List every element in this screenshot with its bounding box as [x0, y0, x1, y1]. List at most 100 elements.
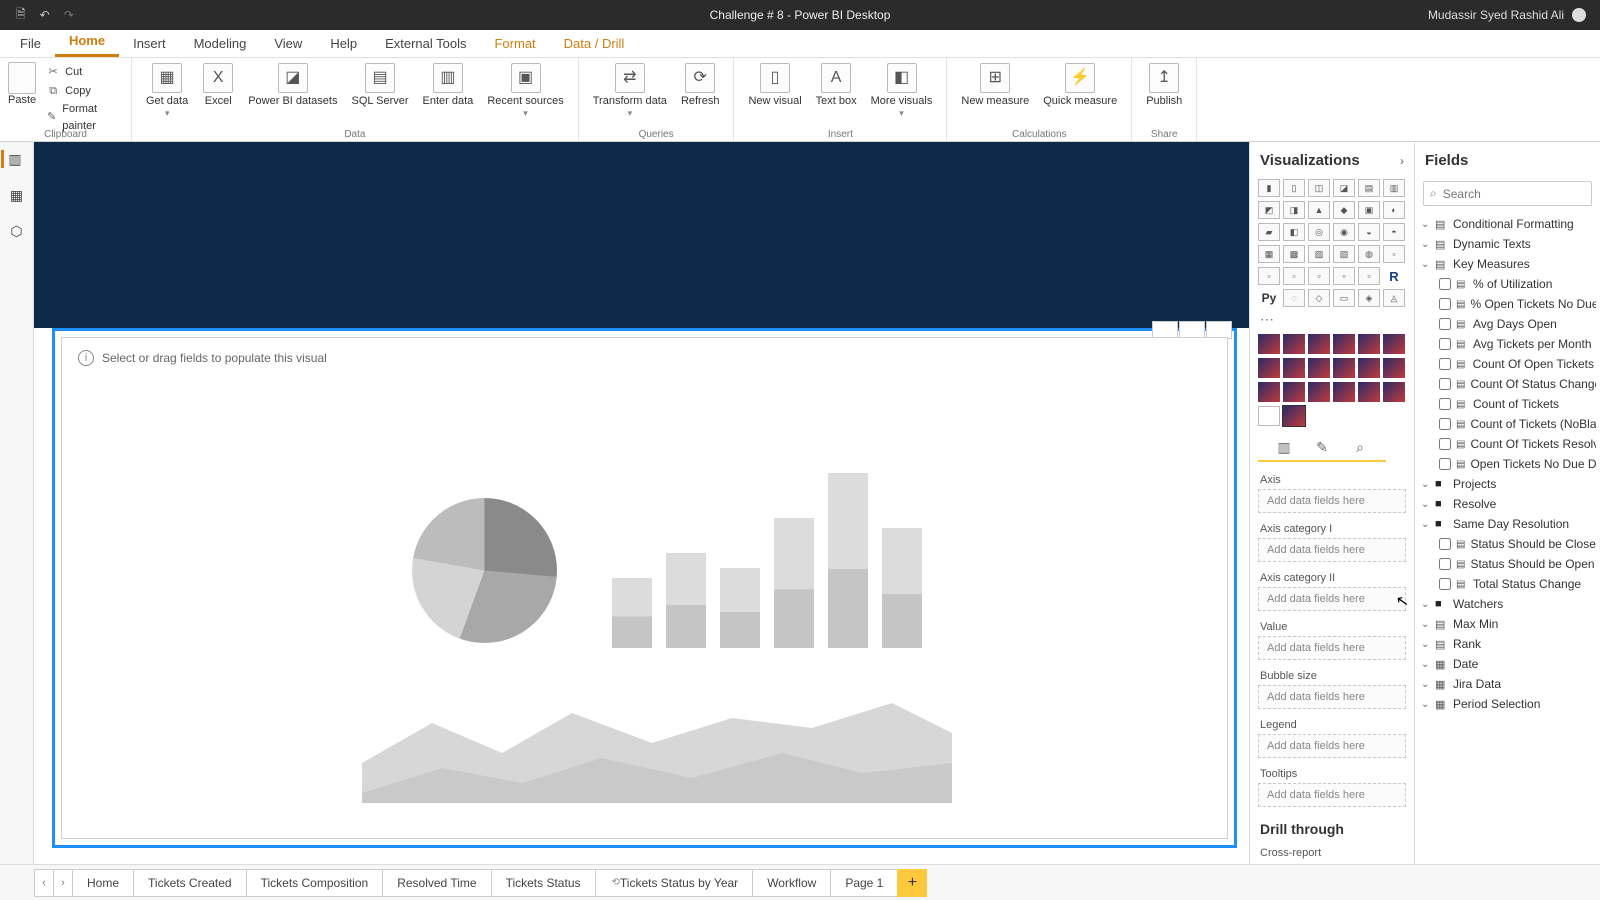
- viz-type-x0[interactable]: Py: [1258, 289, 1280, 307]
- field-well-3[interactable]: Add data fields here: [1258, 636, 1406, 660]
- field-checkbox[interactable]: [1439, 538, 1451, 550]
- custom-viz-17[interactable]: [1383, 382, 1405, 402]
- refresh-button[interactable]: ⟳Refresh: [675, 62, 726, 120]
- custom-viz-1[interactable]: [1283, 334, 1305, 354]
- viz-type-10[interactable]: ▣: [1358, 201, 1380, 219]
- viz-type-19[interactable]: ▩: [1283, 245, 1305, 263]
- field-open-tickets-no-due-date[interactable]: ▤Open Tickets No Due Date: [1419, 454, 1596, 474]
- viz-type-x1[interactable]: ◌: [1283, 289, 1305, 307]
- field-avg-days-open[interactable]: ▤Avg Days Open: [1419, 314, 1596, 334]
- user-avatar[interactable]: [1572, 8, 1586, 22]
- viz-type-14[interactable]: ◎: [1308, 223, 1330, 241]
- cut-button[interactable]: ✂Cut: [42, 63, 123, 82]
- viz-type-24[interactable]: ▫: [1258, 267, 1280, 285]
- page-tab-page-1[interactable]: Page 1: [830, 869, 898, 897]
- viz-type-25[interactable]: ▫: [1283, 267, 1305, 285]
- selected-visual[interactable]: i Select or drag fields to populate this…: [52, 328, 1237, 848]
- field-count-of-open-tickets[interactable]: ▤Count Of Open Tickets: [1419, 354, 1596, 374]
- text-box-button[interactable]: AText box: [810, 62, 863, 120]
- file-tab[interactable]: File: [6, 30, 55, 57]
- transform-data-button[interactable]: ⇄Transform data▾: [587, 62, 673, 120]
- viz-type-12[interactable]: ▰: [1258, 223, 1280, 241]
- field-checkbox[interactable]: [1439, 558, 1451, 570]
- field--of-utilization[interactable]: ▤% of Utilization: [1419, 274, 1596, 294]
- viz-type-13[interactable]: ◧: [1283, 223, 1305, 241]
- table-watchers[interactable]: ⌄■Watchers: [1419, 594, 1596, 614]
- custom-viz-7[interactable]: [1283, 358, 1305, 378]
- viz-type-15[interactable]: ◉: [1333, 223, 1355, 241]
- table-rank[interactable]: ⌄▤Rank: [1419, 634, 1596, 654]
- field-count-of-status-changes[interactable]: ▤Count Of Status Changes: [1419, 374, 1596, 394]
- table-date[interactable]: ⌄▦Date: [1419, 654, 1596, 674]
- viz-type-18[interactable]: ▦: [1258, 245, 1280, 263]
- tab-help[interactable]: Help: [316, 31, 371, 57]
- viz-type-22[interactable]: ◍: [1358, 245, 1380, 263]
- new-visual-button[interactable]: ▯New visual: [742, 62, 807, 120]
- custom-viz-5[interactable]: [1383, 334, 1405, 354]
- field-status-should-be-open[interactable]: ▤Status Should be Open: [1419, 554, 1596, 574]
- custom-viz-2[interactable]: [1308, 334, 1330, 354]
- tab-view[interactable]: View: [260, 31, 316, 57]
- model-view-button[interactable]: ⬡: [7, 222, 27, 240]
- viz-type-28[interactable]: ▫: [1358, 267, 1380, 285]
- viz-type-2[interactable]: ◫: [1308, 179, 1330, 197]
- page-prev-button[interactable]: ‹: [34, 869, 54, 897]
- page-tab-tickets-status[interactable]: Tickets Status: [491, 869, 596, 897]
- custom-viz-8[interactable]: [1308, 358, 1330, 378]
- quick-measure-button[interactable]: ⚡Quick measure: [1037, 62, 1123, 108]
- field-checkbox[interactable]: [1439, 418, 1451, 430]
- get-data-button[interactable]: ▦Get data▾: [140, 62, 194, 120]
- enter-data-button[interactable]: ▥Enter data: [417, 62, 480, 120]
- tab-data-drill[interactable]: Data / Drill: [550, 31, 639, 57]
- table-max-min[interactable]: ⌄▤Max Min: [1419, 614, 1596, 634]
- table-conditional-formatting[interactable]: ⌄▤Conditional Formatting: [1419, 214, 1596, 234]
- collapse-viz-icon[interactable]: ›: [1400, 154, 1404, 168]
- viz-type-26[interactable]: ▫: [1308, 267, 1330, 285]
- table-resolve[interactable]: ⌄■Resolve: [1419, 494, 1596, 514]
- tab-home[interactable]: Home: [55, 28, 119, 57]
- copy-button[interactable]: ⧉Copy: [42, 82, 123, 101]
- custom-viz-0[interactable]: [1258, 334, 1280, 354]
- field-checkbox[interactable]: [1439, 278, 1451, 290]
- viz-type-x5[interactable]: ◬: [1383, 289, 1405, 307]
- table-dynamic-texts[interactable]: ⌄▤Dynamic Texts: [1419, 234, 1596, 254]
- field-avg-tickets-per-month[interactable]: ▤Avg Tickets per Month: [1419, 334, 1596, 354]
- viz-type-16[interactable]: ◒: [1358, 223, 1380, 241]
- publish-button[interactable]: ↥Publish: [1140, 62, 1188, 108]
- custom-viz-14[interactable]: [1308, 382, 1330, 402]
- tab-format[interactable]: Format: [480, 31, 549, 57]
- custom-viz-18[interactable]: [1258, 406, 1280, 426]
- table-jira-data[interactable]: ⌄▦Jira Data: [1419, 674, 1596, 694]
- viz-type-17[interactable]: ◓: [1383, 223, 1405, 241]
- custom-viz-6[interactable]: [1258, 358, 1280, 378]
- viz-type-11[interactable]: ◐: [1383, 201, 1405, 219]
- viz-type-8[interactable]: ▲: [1308, 201, 1330, 219]
- field-count-of-tickets[interactable]: ▤Count of Tickets: [1419, 394, 1596, 414]
- page-tab-resolved-time[interactable]: Resolved Time: [382, 869, 491, 897]
- viz-type-3[interactable]: ◪: [1333, 179, 1355, 197]
- viz-type-29[interactable]: R: [1383, 267, 1405, 285]
- viz-type-4[interactable]: ▤: [1358, 179, 1380, 197]
- field-well-4[interactable]: Add data fields here: [1258, 685, 1406, 709]
- custom-viz-10[interactable]: [1358, 358, 1380, 378]
- field-checkbox[interactable]: [1439, 358, 1451, 370]
- save-icon[interactable]: 🗎: [16, 5, 26, 26]
- page-next-button[interactable]: ›: [53, 869, 73, 897]
- viz-type-20[interactable]: ▨: [1308, 245, 1330, 263]
- pbi-datasets-button[interactable]: ◪Power BI datasets: [242, 62, 343, 120]
- field--open-tickets-no-due-date[interactable]: ▤% Open Tickets No Due Date: [1419, 294, 1596, 314]
- viz-type-x2[interactable]: ◇: [1308, 289, 1330, 307]
- report-view-button[interactable]: ▥: [1, 150, 27, 168]
- page-tab-tickets-status-by-year[interactable]: ⟲ Tickets Status by Year: [595, 869, 754, 897]
- field-well-1[interactable]: Add data fields here: [1258, 538, 1406, 562]
- data-view-button[interactable]: ▦: [7, 186, 27, 204]
- custom-viz-3[interactable]: [1333, 334, 1355, 354]
- viz-type-6[interactable]: ◩: [1258, 201, 1280, 219]
- field-well-5[interactable]: Add data fields here: [1258, 734, 1406, 758]
- page-tab-tickets-composition[interactable]: Tickets Composition: [246, 869, 384, 897]
- table-period-selection[interactable]: ⌄▦Period Selection: [1419, 694, 1596, 714]
- custom-viz-9[interactable]: [1333, 358, 1355, 378]
- field-checkbox[interactable]: [1439, 298, 1451, 310]
- viz-type-0[interactable]: ▮: [1258, 179, 1280, 197]
- tab-external-tools[interactable]: External Tools: [371, 31, 480, 57]
